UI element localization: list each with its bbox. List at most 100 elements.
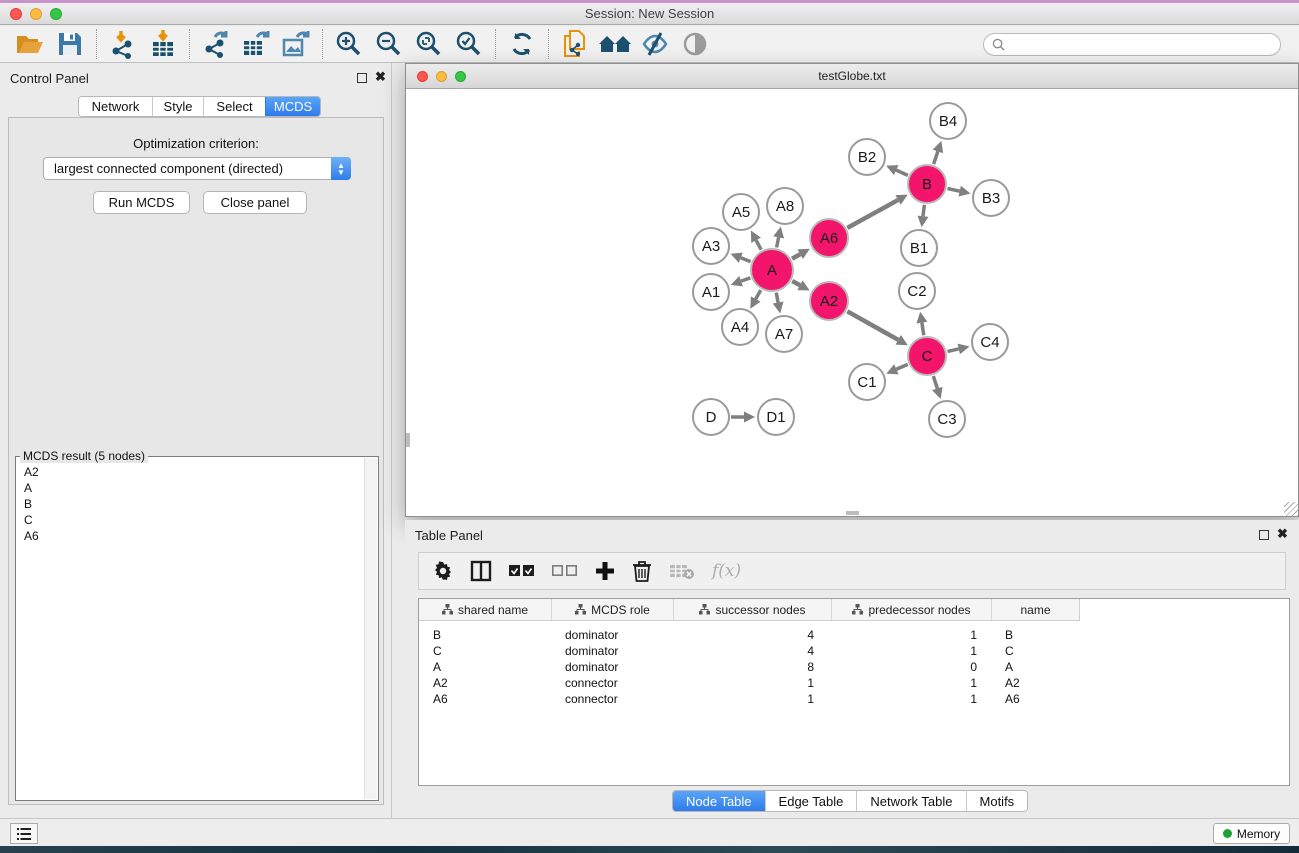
minimize-network-window-button[interactable] [436,71,447,82]
graph-edge-A2-C[interactable] [847,311,898,340]
network-canvas[interactable]: AA1A2A3A4A5A6A7A8BB1B2B3B4CC1C2C3C4DD1 [406,89,1298,516]
graph-edge-A-A5[interactable] [756,240,761,249]
graph-edge-A-A2[interactable] [792,281,800,285]
cell-mcds-role: dominator [551,628,673,642]
zoom-in-icon [335,30,363,58]
table-toolbar: f(x) [418,552,1286,590]
column-header-shared-name[interactable]: shared name [419,599,551,620]
tab-motifs[interactable]: Motifs [966,791,1028,811]
horizontal-scrollbar-thumb[interactable] [846,511,859,515]
export-image-button[interactable] [276,28,316,60]
minimize-window-button[interactable] [30,8,42,20]
graph-edge-B-B1[interactable] [923,205,924,216]
graph-edge-A-A3[interactable] [741,258,751,262]
graph-edge-C-C4[interactable] [947,349,958,352]
optimization-criterion-dropdown[interactable]: largest connected component (directed) ▲… [43,157,351,180]
memory-button[interactable]: Memory [1213,823,1290,844]
list-item[interactable]: A6 [24,528,364,544]
list-item[interactable]: A [24,480,364,496]
deselect-all-button[interactable] [552,565,578,577]
graph-edge-C-C2[interactable] [922,323,924,336]
table-row[interactable]: A dominator 8 0 A [419,659,1289,675]
mcds-result-list[interactable]: A2 A B C A6 [17,458,364,799]
tab-network[interactable]: Network [79,97,152,116]
cell-name: A [991,660,1079,674]
open-folder-icon [15,31,45,57]
zoom-window-button[interactable] [50,8,62,20]
graph-edge-A-A6[interactable] [792,254,800,259]
graph-edge-A-A1[interactable] [741,278,750,281]
open-session-button[interactable] [10,28,50,60]
float-panel-icon[interactable] [357,73,367,83]
function-builder-button[interactable]: f(x) [712,561,741,581]
export-network-button[interactable] [196,28,236,60]
table-row[interactable]: A2 connector 1 1 A2 [419,675,1289,691]
table-row[interactable]: C dominator 4 1 C [419,643,1289,659]
graph-edge-C-C1[interactable] [896,364,907,369]
tab-select[interactable]: Select [203,97,265,116]
graph-edge-A-A8[interactable] [777,237,779,247]
graph-edge-arrowhead [773,302,784,314]
column-header-mcds-role[interactable]: MCDS role [551,599,673,620]
tab-node-table[interactable]: Node Table [673,791,765,811]
import-network-button[interactable] [103,28,143,60]
tab-style[interactable]: Style [152,97,203,116]
graph-edge-A-A7[interactable] [776,293,778,303]
graph-edge-C-C3[interactable] [933,376,937,388]
zoom-in-button[interactable] [329,28,369,60]
table-row[interactable]: A6 connector 1 1 A6 [419,691,1289,707]
close-window-button[interactable] [10,8,22,20]
table-row[interactable]: B dominator 4 1 B [419,627,1289,643]
list-item[interactable]: A2 [24,464,364,480]
resize-grip[interactable] [1284,502,1298,516]
zoom-selected-button[interactable] [449,28,489,60]
show-columns-button[interactable] [470,560,492,582]
network-graph[interactable]: AA1A2A3A4A5A6A7A8BB1B2B3B4CC1C2C3C4DD1 [406,89,1298,516]
close-panel-button[interactable]: Close panel [203,191,307,214]
graph-edge-B-B3[interactable] [948,188,960,191]
zoom-fit-button[interactable] [409,28,449,60]
eye-button[interactable] [675,28,715,60]
close-network-window-button[interactable] [417,71,428,82]
close-panel-icon[interactable]: ✖ [375,69,386,85]
graph-edge-B-B4[interactable] [934,151,938,164]
hide-graphics-details-button[interactable] [635,28,675,60]
list-item[interactable]: C [24,512,364,528]
list-item[interactable]: B [24,496,364,512]
zoom-out-button[interactable] [369,28,409,60]
tab-mcds[interactable]: MCDS [265,97,320,116]
search-field[interactable] [983,33,1281,56]
home-button[interactable] [595,28,635,60]
search-input[interactable] [1010,37,1272,51]
delete-table-button[interactable] [669,562,695,580]
column-header-predecessor-nodes[interactable]: predecessor nodes [831,599,991,620]
delete-column-button[interactable] [632,560,652,582]
run-mcds-button[interactable]: Run MCDS [93,191,190,214]
zoom-fit-icon [415,30,443,58]
graph-edge-B-B2[interactable] [896,170,908,175]
zoom-network-window-button[interactable] [455,71,466,82]
vertical-scrollbar-thumb[interactable] [406,433,410,447]
copy-network-button[interactable] [555,28,595,60]
graph-edge-A6-B[interactable] [847,200,898,228]
tab-edge-table[interactable]: Edge Table [765,791,857,811]
add-column-button[interactable] [595,561,615,581]
cell-mcds-role: connector [551,692,673,706]
node-table[interactable]: shared name MCDS role successor nodes pr… [418,598,1290,786]
table-settings-button[interactable] [433,561,453,581]
export-table-button[interactable] [236,28,276,60]
float-panel-icon[interactable] [1259,530,1269,540]
save-session-button[interactable] [50,28,90,60]
tab-network-table[interactable]: Network Table [856,791,965,811]
select-all-button[interactable] [509,565,535,577]
list-scrollbar[interactable] [364,458,377,799]
show-panels-button[interactable] [10,823,38,844]
import-table-button[interactable] [143,28,183,60]
network-window-titlebar[interactable]: testGlobe.txt [406,64,1298,89]
graph-edge-A-A4[interactable] [756,290,761,299]
close-panel-icon[interactable]: ✖ [1277,526,1288,542]
column-header-successor-nodes[interactable]: successor nodes [673,599,831,620]
refresh-button[interactable] [502,28,542,60]
graph-node-label: A7 [775,326,793,343]
column-header-name[interactable]: name [991,599,1079,620]
